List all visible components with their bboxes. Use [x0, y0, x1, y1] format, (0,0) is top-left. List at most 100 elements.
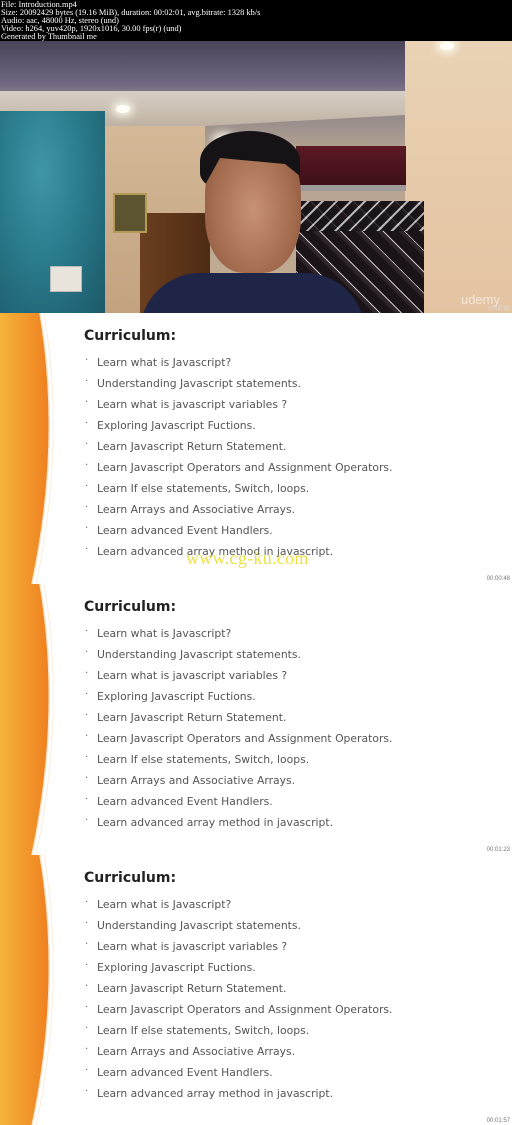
curriculum-list: · Learn what is Javascript? · Understandin…	[84, 897, 393, 1108]
bullet-icon: ·	[85, 773, 89, 784]
curriculum-item: · Learn Javascript Return Statement.	[84, 439, 392, 461]
curriculum-item: · Understanding Javascript statements.	[84, 918, 392, 940]
curriculum-item-text: Learn Javascript Return Statement.	[97, 711, 287, 724]
curriculum-item: · Learn If else statements, Switch, loops…	[84, 481, 392, 503]
curriculum-item: · Learn advanced Event Handlers.	[84, 794, 392, 816]
curriculum-item-text: Learn If else statements, Switch, loops.	[97, 1024, 310, 1037]
frame-timestamp: 00:00:05	[488, 306, 510, 312]
bullet-icon: ·	[85, 794, 89, 805]
curriculum-item-text: Learn Javascript Return Statement.	[97, 982, 287, 995]
presenter-body	[140, 273, 365, 313]
orange-swoosh-decoration	[0, 855, 54, 1125]
curriculum-item: · Learn Javascript Return Statement.	[84, 981, 392, 1003]
curriculum-item: · Learn what is Javascript?	[84, 355, 392, 377]
bullet-icon: ·	[85, 376, 89, 387]
curriculum-item: · Learn Arrays and Associative Arrays.	[84, 502, 392, 524]
curriculum-item-text: Learn what is Javascript?	[97, 356, 232, 369]
curriculum-item-text: Exploring Javascript Fuctions.	[97, 419, 256, 432]
wall-picture-frame	[113, 193, 147, 233]
file-info-line: Generated by Thumbnail me	[1, 32, 97, 41]
bullet-icon: ·	[85, 544, 89, 555]
curriculum-item-text: Learn what is javascript variables ?	[97, 398, 288, 411]
ceiling-light	[440, 42, 454, 50]
curriculum-item-text: Learn Javascript Return Statement.	[97, 440, 287, 453]
slide-title: Curriculum:	[84, 599, 177, 615]
bullet-icon: ·	[85, 752, 89, 763]
curriculum-item-text: Learn Javascript Operators and Assignmen…	[97, 461, 393, 474]
curriculum-item: · Learn advanced Event Handlers.	[84, 1065, 392, 1087]
bullet-icon: ·	[85, 1086, 89, 1097]
curriculum-item-text: Learn Javascript Operators and Assignmen…	[97, 1003, 393, 1016]
curriculum-item-text: Learn what is Javascript?	[97, 627, 232, 640]
curriculum-item: · Learn Javascript Operators and Assignme…	[84, 1002, 393, 1024]
curriculum-item-text: Learn advanced array method in javascrip…	[97, 816, 334, 829]
bullet-icon: ·	[85, 668, 89, 679]
wall-switch-board	[50, 266, 82, 292]
orange-swoosh-decoration	[0, 313, 54, 584]
curriculum-item: · Learn Javascript Operators and Assignme…	[84, 460, 393, 482]
curriculum-item: · Exploring Javascript Fuctions.	[84, 689, 392, 711]
orange-swoosh-decoration	[0, 584, 54, 855]
curriculum-item: · Learn If else statements, Switch, loops…	[84, 752, 392, 774]
bullet-icon: ·	[85, 710, 89, 721]
curriculum-item: · Learn advanced array method in javascri…	[84, 815, 392, 837]
curriculum-item-text: Understanding Javascript statements.	[97, 919, 301, 932]
curriculum-item: · Learn Javascript Operators and Assignme…	[84, 731, 393, 753]
frame-timestamp: 00:01:57	[486, 1118, 510, 1124]
ceiling-light	[116, 105, 130, 113]
curriculum-item-text: Learn Javascript Operators and Assignmen…	[97, 732, 393, 745]
curriculum-item: · Learn what is Javascript?	[84, 897, 392, 919]
bullet-icon: ·	[85, 460, 89, 471]
curriculum-item: · Learn If else statements, Switch, loops…	[84, 1023, 392, 1045]
curriculum-list: · Learn what is Javascript? · Understandin…	[84, 626, 393, 837]
curriculum-item: · Exploring Javascript Fuctions.	[84, 418, 392, 440]
video-thumbnail-presenter: udemy 00:00:05	[0, 41, 512, 313]
curriculum-item-text: Understanding Javascript statements.	[97, 648, 301, 661]
bullet-icon: ·	[85, 897, 89, 908]
curtain-trim	[296, 201, 424, 231]
slide-title: Curriculum:	[84, 328, 177, 344]
curriculum-item-text: Learn what is javascript variables ?	[97, 940, 288, 953]
bullet-icon: ·	[85, 647, 89, 658]
bullet-icon: ·	[85, 731, 89, 742]
curriculum-item: · Learn advanced array method in javascri…	[84, 1086, 392, 1108]
frame-timestamp: 00:00:48	[486, 576, 510, 582]
curriculum-item-text: Understanding Javascript statements.	[97, 377, 301, 390]
curriculum-item: · Learn Arrays and Associative Arrays.	[84, 1044, 392, 1066]
curriculum-item: · Exploring Javascript Fuctions.	[84, 960, 392, 982]
curriculum-slide: Curriculum: · Learn what is Javascript? ·…	[0, 313, 512, 584]
curriculum-item: · Learn Arrays and Associative Arrays.	[84, 773, 392, 795]
curriculum-item-text: Learn advanced Event Handlers.	[97, 524, 273, 537]
bullet-icon: ·	[85, 1023, 89, 1034]
bullet-icon: ·	[85, 626, 89, 637]
bullet-icon: ·	[85, 1065, 89, 1076]
bullet-icon: ·	[85, 418, 89, 429]
curriculum-item-text: Learn Arrays and Associative Arrays.	[97, 774, 296, 787]
bullet-icon: ·	[85, 960, 89, 971]
curriculum-item-text: Learn Arrays and Associative Arrays.	[97, 1045, 296, 1058]
curriculum-item-text: Learn If else statements, Switch, loops.	[97, 753, 310, 766]
curriculum-item: · Learn advanced Event Handlers.	[84, 523, 392, 545]
bullet-icon: ·	[85, 439, 89, 450]
curriculum-item: · Learn what is javascript variables ?	[84, 668, 392, 690]
curriculum-item: · Understanding Javascript statements.	[84, 376, 392, 398]
frame-timestamp: 00:01:23	[486, 847, 510, 853]
curriculum-item-text: Learn advanced Event Handlers.	[97, 795, 273, 808]
curriculum-item-text: Learn Arrays and Associative Arrays.	[97, 503, 296, 516]
curriculum-slide: Curriculum: · Learn what is Javascript? ·…	[0, 584, 512, 855]
bullet-icon: ·	[85, 981, 89, 992]
curriculum-item: · Learn what is Javascript?	[84, 626, 392, 648]
curriculum-item-text: Learn advanced Event Handlers.	[97, 1066, 273, 1079]
curriculum-item: · Learn Javascript Return Statement.	[84, 710, 392, 732]
curriculum-item-text: Exploring Javascript Fuctions.	[97, 961, 256, 974]
slide-title: Curriculum:	[84, 870, 177, 886]
curriculum-item: · Understanding Javascript statements.	[84, 647, 392, 669]
bullet-icon: ·	[85, 918, 89, 929]
curriculum-item: · Learn what is javascript variables ?	[84, 939, 392, 961]
bullet-icon: ·	[85, 481, 89, 492]
curriculum-list: · Learn what is Javascript? · Understandin…	[84, 355, 393, 566]
bullet-icon: ·	[85, 1044, 89, 1055]
curriculum-slide: Curriculum: · Learn what is Javascript? ·…	[0, 855, 512, 1125]
curriculum-item-text: Learn advanced array method in javascrip…	[97, 1087, 334, 1100]
air-conditioner	[296, 146, 406, 191]
